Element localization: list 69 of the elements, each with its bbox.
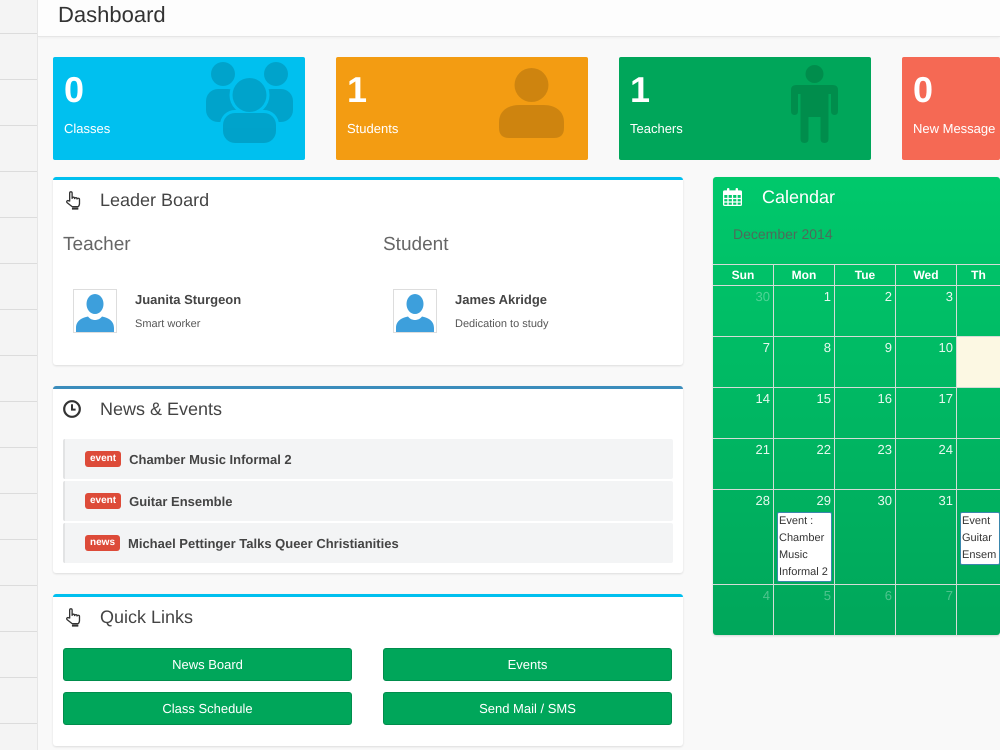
person-note: Dedication to study [455,317,549,331]
news-title: Chamber Music Informal 2 [129,452,292,466]
pointing-hand-icon [64,190,80,210]
standing-person-icon [791,65,838,143]
calendar-event[interactable]: Event : Chamber Music Informal 2 [777,512,832,582]
day-number: 23 [878,441,892,459]
day-number: 14 [756,390,770,408]
event-tag: event [85,451,122,467]
day-number: 2 [884,288,892,306]
day-number: 10 [938,339,953,357]
day-number: 3 [946,288,953,306]
news-item[interactable]: event Chamber Music Informal 2 [63,439,673,479]
day-number: 30 [756,288,770,306]
clock-icon [63,400,81,418]
day-number: 9 [884,339,892,357]
stat-label: Teachers [630,120,683,138]
day-number: 29 [816,492,831,510]
stat-value: 1 [347,70,368,110]
event-tag: news [85,535,120,551]
month-label: December 2014 [733,225,833,244]
stat-value: 0 [913,70,934,110]
page-title: Dashboard [58,1,166,29]
day-number: 7 [946,587,953,605]
news-title: Michael Pettinger Talks Queer Christianities [128,536,399,550]
person-note: Smart worker [135,317,200,331]
day-number: 6 [884,587,892,605]
weekday-header: Mon [774,265,835,286]
calendar-icon [723,188,742,206]
person-name: James Akridge [455,291,548,309]
day-number: 16 [878,390,892,408]
day-number: 4 [762,587,770,605]
stat-label: Students [347,120,398,138]
stat-value: 0 [64,70,84,110]
person-name: Juanita Sturgeon [135,291,242,309]
day-number: 8 [824,339,831,357]
panel-title: Calendar [762,187,836,207]
news-title: Guitar Ensemble [129,494,232,508]
avatar-icon [393,289,437,333]
pointing-hand-icon [64,608,80,626]
day-number: 31 [938,492,953,510]
news-item[interactable]: event Guitar Ensemble [63,481,673,521]
panel-title: News & Events [100,398,222,421]
day-number: 28 [756,492,770,510]
people-group-icon [206,62,293,143]
weekday-header: Wed [896,265,957,286]
day-number: 24 [938,441,953,459]
person-icon [499,68,564,138]
day-number: 15 [816,390,831,408]
weekday-header: Sun [713,265,774,286]
stat-label: Classes [64,120,110,138]
day-number: 21 [756,441,770,459]
weekday-header: Th [957,265,1000,286]
day-number: 1 [824,288,831,306]
section-heading: Teacher [63,233,131,257]
day-number: 30 [878,492,892,510]
section-heading: Student [383,233,448,257]
avatar-icon [73,289,117,333]
day-number: 22 [816,441,831,459]
day-number: 5 [824,587,831,605]
stat-label: New Message [913,120,996,138]
weekday-header: Tue [835,265,896,286]
panel-title: Quick Links [100,606,194,629]
panel-title: Leader Board [100,189,210,212]
news-item[interactable]: news Michael Pettinger Talks Queer Christianities [63,523,673,563]
event-tag: event [85,493,122,509]
day-number: 17 [938,390,953,408]
day-number: 7 [762,339,770,357]
calendar-event[interactable]: Event Guitar Ensem [960,512,1000,565]
stat-value: 1 [630,70,650,110]
